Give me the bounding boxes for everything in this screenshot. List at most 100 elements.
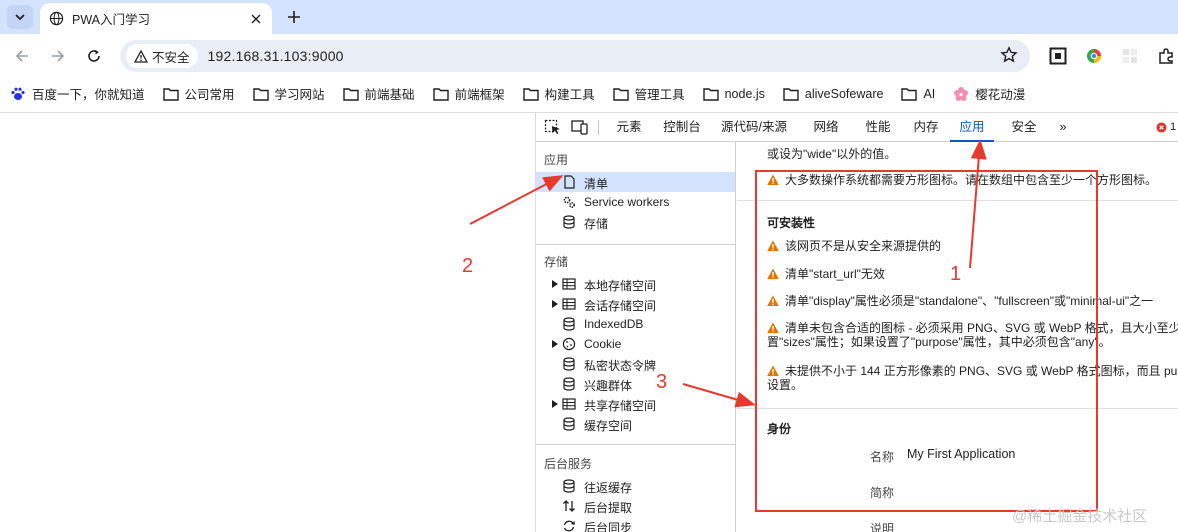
bookmark-item[interactable]: 樱花动漫 <box>953 82 1025 106</box>
extension-grid-icon[interactable] <box>1120 46 1140 66</box>
reload-button[interactable] <box>82 44 106 68</box>
table-icon <box>562 398 576 410</box>
folder-icon <box>252 87 269 101</box>
extension-qr-icon[interactable] <box>1048 46 1068 66</box>
swap-icon <box>563 500 575 512</box>
database-icon <box>562 357 576 371</box>
sidebar-item[interactable]: 清单 <box>536 172 735 192</box>
bookmark-label: node.js <box>724 86 765 101</box>
tab-title: PWA入门学习 <box>72 13 151 27</box>
bookmark-label: 学习网站 <box>274 88 325 102</box>
devtools-tab[interactable]: 安全 <box>1002 113 1046 142</box>
sidebar-item-label: 会话存储空间 <box>584 299 657 313</box>
sidebar-item-label: 共享存储空间 <box>584 399 657 413</box>
bookmark-star-icon[interactable] <box>1000 46 1018 67</box>
description-key: 说明 <box>870 522 895 532</box>
database-icon <box>562 377 576 391</box>
bookmarks-bar: 百度一下，你就知道 公司常用 学习网站 前端基础 前端框架 构建工具 管理工具 node.js… <box>0 78 1178 109</box>
table-icon <box>562 278 576 290</box>
expand-arrow-icon <box>552 300 558 308</box>
url-text[interactable]: 192.168.31.103:9000 <box>208 48 344 64</box>
browser-window: PWA入门学习 不安全 192.168.31.103:9000 百度一下，你就知… <box>0 0 1178 532</box>
sidebar-divider <box>536 444 735 445</box>
more-tabs-button[interactable]: » <box>1052 113 1074 142</box>
folder-icon <box>342 87 359 101</box>
devtools-tabbar: 元素 控制台 源代码/来源 网络 性能 内存 应用 安全 » 1 <box>536 113 1178 142</box>
database-icon <box>562 417 576 431</box>
bookmark-item[interactable]: aliveSofeware <box>783 82 884 106</box>
sidebar-item[interactable]: 存储 <box>536 212 735 232</box>
devtools-tab[interactable]: 元素 <box>606 113 652 142</box>
devtools-tab[interactable]: 控制台 <box>656 113 708 142</box>
extension-color-icon[interactable] <box>1084 46 1104 66</box>
devtools-tab[interactable]: 源代码/来源 <box>716 113 792 142</box>
baidu-paw-icon <box>10 87 26 101</box>
bookmark-label: 管理工具 <box>634 88 685 102</box>
folder-icon <box>252 87 269 101</box>
bookmark-item[interactable]: 学习网站 <box>252 82 325 106</box>
sidebar-item[interactable]: 后台同步 <box>536 516 735 532</box>
sidebar-item[interactable]: 共享存储空间 <box>536 394 735 414</box>
extensions-puzzle-icon[interactable] <box>1156 46 1176 66</box>
sidebar-item[interactable]: 会话存储空间 <box>536 294 735 314</box>
new-tab-button[interactable] <box>282 5 306 29</box>
sidebar-item[interactable]: Cookie <box>536 334 735 354</box>
watermark: @稀土掘金技术社区 <box>1012 508 1148 525</box>
devtools-tab[interactable]: 网络 <box>804 113 848 142</box>
sidebar-item[interactable]: Service workers <box>536 192 735 212</box>
sidebar-item[interactable]: IndexedDB <box>536 314 735 334</box>
bookmark-label: aliveSofeware <box>804 86 884 101</box>
arrow-right-icon <box>52 50 65 62</box>
error-counter[interactable]: 1 <box>1156 121 1176 133</box>
bookmark-item[interactable]: 前端基础 <box>342 82 415 106</box>
bookmark-item[interactable]: 百度一下，你就知道 <box>10 82 145 106</box>
sidebar-item-label: 往返缓存 <box>584 481 633 495</box>
expand-arrow-icon <box>552 400 558 408</box>
table-icon <box>562 297 576 311</box>
sidebar-item-label: 兴趣群体 <box>584 379 633 393</box>
back-button[interactable] <box>10 44 34 68</box>
baidu-paw-icon <box>11 87 25 100</box>
tab-strip: PWA入门学习 <box>0 0 1178 34</box>
sidebar-section-background: 后台服务 <box>544 457 593 471</box>
bookmark-item[interactable]: 公司常用 <box>162 82 235 106</box>
annotation-label-1: 1 <box>950 263 962 285</box>
folder-icon <box>432 87 449 101</box>
annotation-label-2: 2 <box>462 255 474 277</box>
sidebar-item[interactable]: 后台提取 <box>536 496 735 516</box>
error-circle-icon <box>1156 121 1167 133</box>
bookmark-item[interactable]: 管理工具 <box>612 82 685 106</box>
tab-search-button[interactable] <box>7 5 33 29</box>
bookmark-label: 樱花动漫 <box>975 88 1026 102</box>
tab-pwa[interactable]: PWA入门学习 <box>40 3 272 34</box>
security-label: 不安全 <box>152 50 190 65</box>
sidebar-item[interactable]: 本地存储空间 <box>536 274 735 294</box>
folder-icon <box>522 87 539 101</box>
sidebar-item[interactable]: 兴趣群体 <box>536 374 735 394</box>
devtools-tab[interactable]: 性能 <box>856 113 900 142</box>
security-chip[interactable]: 不安全 <box>126 44 198 68</box>
inspect-element-icon[interactable] <box>544 119 562 135</box>
toolbar-divider <box>598 120 599 135</box>
close-icon[interactable] <box>248 11 264 27</box>
sidebar-item[interactable]: 私密状态令牌 <box>536 354 735 374</box>
address-bar[interactable]: 不安全 192.168.31.103:9000 <box>120 40 1030 72</box>
sidebar-section-application: 应用 <box>544 153 569 167</box>
table-icon <box>562 277 576 291</box>
bookmark-item[interactable]: 前端框架 <box>432 82 505 106</box>
annotation-box <box>755 170 1098 512</box>
forward-button[interactable] <box>46 44 70 68</box>
expand-arrow-icon <box>552 280 558 288</box>
bookmark-item[interactable]: node.js <box>702 82 765 106</box>
bookmark-item[interactable]: AI <box>901 82 935 106</box>
folder-icon <box>162 87 179 101</box>
folder-icon <box>783 87 799 101</box>
sidebar-item-label: 私密状态令牌 <box>584 359 657 373</box>
devtools-tab[interactable]: 应用 <box>950 113 994 142</box>
sync-icon <box>562 519 576 532</box>
sidebar-item[interactable]: 往返缓存 <box>536 476 735 496</box>
sidebar-item[interactable]: 缓存空间 <box>536 414 735 434</box>
bookmark-item[interactable]: 构建工具 <box>522 82 595 106</box>
devtools-tab[interactable]: 内存 <box>904 113 948 142</box>
device-toolbar-icon[interactable] <box>571 119 589 135</box>
